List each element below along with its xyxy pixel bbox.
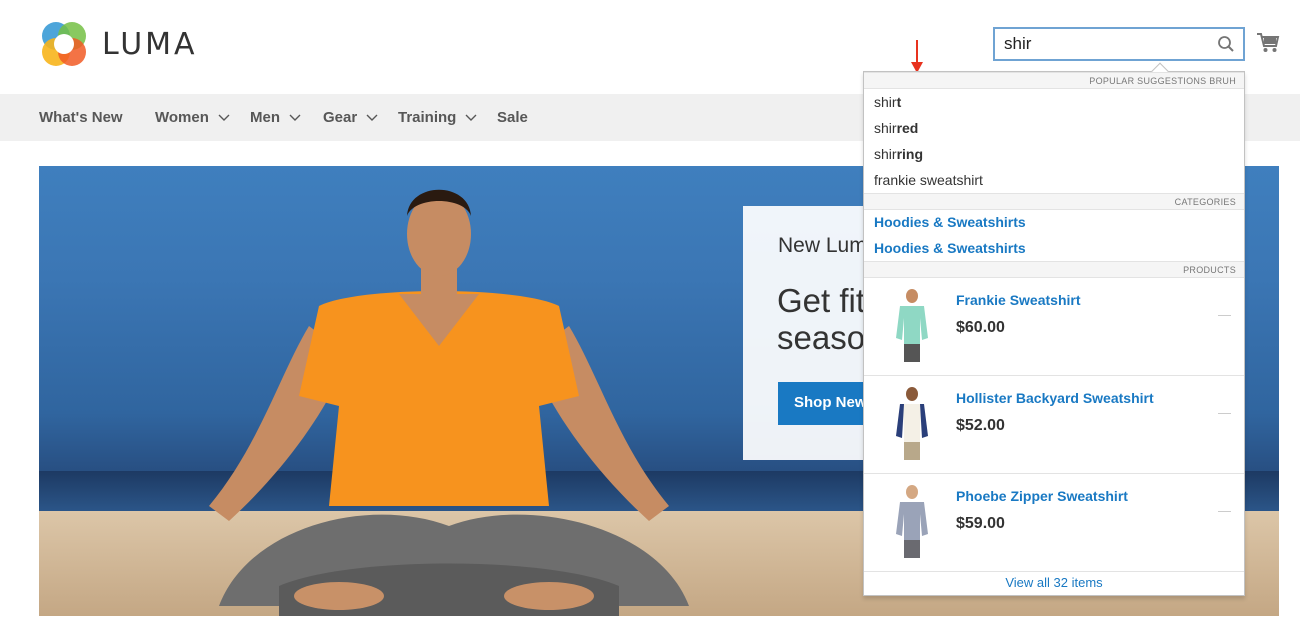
nav-item-label: Women: [155, 109, 209, 126]
suggestion-item[interactable]: frankie sweatshirt: [874, 172, 983, 188]
luma-logo-icon: [42, 22, 86, 66]
suggestion-typed: shir: [874, 120, 897, 136]
nav-item-gear[interactable]: Gear: [323, 94, 378, 141]
nav-item-men[interactable]: Men: [250, 94, 301, 141]
product-item[interactable]: Hollister Backyard Sweatshirt $52.00: [864, 376, 1244, 474]
divider: [1218, 413, 1231, 414]
product-price: $59.00: [956, 515, 1005, 532]
suggestions-header: POPULAR SUGGESTIONS BRUH: [864, 72, 1244, 89]
suggestion-item[interactable]: shirt: [874, 94, 901, 110]
suggestion-item[interactable]: shirred: [874, 120, 918, 136]
suggestion-typed: shir: [874, 94, 897, 110]
chevron-down-icon: [218, 114, 230, 121]
nav-item-label: Gear: [323, 109, 358, 126]
nav-item-women[interactable]: Women: [155, 94, 230, 141]
nav-item-label: Men: [250, 109, 280, 126]
suggestion-completion: t: [896, 94, 902, 110]
product-item[interactable]: Frankie Sweatshirt $60.00: [864, 278, 1244, 376]
suggestion-typed: shir: [874, 146, 897, 162]
search-icon[interactable]: [1217, 35, 1235, 53]
nav-item-label: What's New: [39, 109, 123, 126]
nav-item-whats-new[interactable]: What's New: [39, 94, 123, 141]
chevron-down-icon: [366, 114, 378, 121]
product-name: Hollister Backyard Sweatshirt: [956, 390, 1154, 406]
divider: [1218, 315, 1231, 316]
cart-icon[interactable]: [1256, 31, 1280, 53]
product-price: $60.00: [956, 319, 1005, 336]
search-box: [993, 27, 1245, 61]
products-header: PRODUCTS: [864, 261, 1244, 278]
search-autocomplete: POPULAR SUGGESTIONS BRUH shirt shirred s…: [863, 62, 1245, 596]
suggestion-completion: ring: [896, 146, 924, 162]
category-link[interactable]: Hoodies & Sweatshirts: [874, 240, 1026, 256]
nav-item-sale[interactable]: Sale: [497, 94, 528, 141]
category-link[interactable]: Hoodies & Sweatshirts: [874, 214, 1026, 230]
suggestion-item[interactable]: shirring: [874, 146, 923, 162]
product-price: $52.00: [956, 417, 1005, 434]
suggestion-completion: red: [896, 120, 919, 136]
product-item[interactable]: Phoebe Zipper Sweatshirt $59.00: [864, 474, 1244, 572]
luma-logo[interactable]: LUMA: [39, 19, 198, 69]
categories-header: CATEGORIES: [864, 193, 1244, 210]
search-input[interactable]: [993, 27, 1245, 61]
brand-name: LUMA: [102, 26, 198, 62]
product-name: Phoebe Zipper Sweatshirt: [956, 488, 1128, 504]
nav-item-label: Sale: [497, 109, 528, 126]
product-name: Frankie Sweatshirt: [956, 292, 1081, 308]
nav-item-label: Training: [398, 109, 457, 126]
nav-item-training[interactable]: Training: [398, 94, 477, 141]
product-thumbnail: [896, 289, 928, 362]
chevron-down-icon: [465, 114, 477, 121]
hero-yoga-model-image: [209, 189, 689, 616]
product-thumbnail: [896, 387, 928, 460]
view-all-link[interactable]: View all 32 items: [864, 575, 1244, 590]
divider: [1218, 511, 1231, 512]
suggestion-typed: frankie sweatshirt: [874, 172, 983, 188]
product-thumbnail: [896, 485, 928, 558]
chevron-down-icon: [289, 114, 301, 121]
annotation-arrow: [911, 40, 923, 73]
